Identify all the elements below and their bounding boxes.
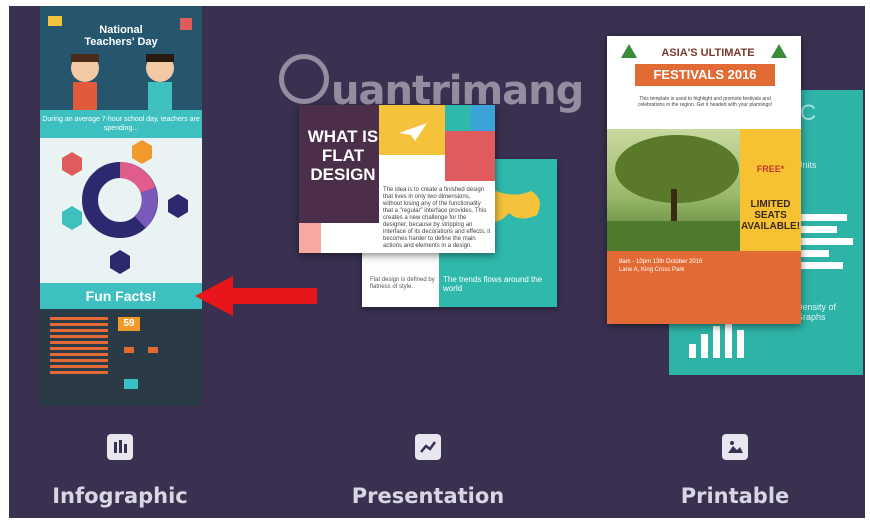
column-mark xyxy=(689,344,696,358)
column-mark xyxy=(725,322,732,358)
infographic-band: During an average 7-hour school day, tea… xyxy=(40,110,202,138)
red-arrow-shaft xyxy=(231,288,317,304)
bar-mark xyxy=(799,214,847,221)
limited-seats-label: LIMITED SEATS AVAILABLE! xyxy=(740,199,801,232)
infographic-label[interactable]: Infographic xyxy=(20,484,220,508)
image-icon[interactable] xyxy=(722,434,748,460)
bar-mark xyxy=(799,226,837,233)
tree-photo-graphic xyxy=(607,135,740,251)
bar-mark xyxy=(799,238,853,245)
trend-chart-glyph xyxy=(420,441,437,453)
trend-caption: The trends flows around the world xyxy=(443,275,543,293)
watermark-text: uantrimang xyxy=(331,68,584,114)
bar-mark xyxy=(799,262,843,269)
festival-date: 8am - 10pm 13th October 2016 Lane A, Kin… xyxy=(619,259,703,273)
image-glyph xyxy=(728,441,743,453)
infographic-header: National Teachers' Day xyxy=(40,6,202,110)
festival-title: ASIA'S ULTIMATE xyxy=(661,47,755,59)
trend-chart-icon[interactable] xyxy=(415,434,441,460)
column-mark xyxy=(713,326,720,358)
red-tile xyxy=(445,131,495,181)
printable-back-density: Density of Graphs xyxy=(796,302,837,322)
column-mark xyxy=(701,334,708,358)
flat-design-definition: Flat design is defined by flatness of st… xyxy=(370,277,435,290)
festival-offer-panel xyxy=(740,129,801,251)
bar-chart-glyph xyxy=(114,440,127,453)
bar-mark xyxy=(799,250,829,257)
fun-facts-heading: Fun Facts! xyxy=(40,283,202,309)
watermark-logo-icon xyxy=(279,54,329,104)
bar-chart-icon[interactable] xyxy=(107,434,133,460)
fact-number-badge: 59 xyxy=(118,317,140,331)
teachers-illustration xyxy=(48,16,192,110)
printable-label[interactable]: Printable xyxy=(635,484,835,508)
flat-design-body: The idea is to create a finished design … xyxy=(383,187,491,249)
presentation-label[interactable]: Presentation xyxy=(328,484,528,508)
presentation-front-slide[interactable]: WHAT IS FLAT DESIGN The idea is to creat… xyxy=(299,105,495,253)
festival-subtitle: This template is used to highlight and p… xyxy=(637,96,773,108)
template-type-panel: National Teachers' Day During an average… xyxy=(9,6,865,518)
printable-front-sheet[interactable]: ASIA'S ULTIMATE FESTIVALS 2016 This temp… xyxy=(607,36,801,324)
festival-photo xyxy=(607,129,740,251)
red-arrow-icon xyxy=(195,276,233,316)
free-label: FREE* xyxy=(756,164,785,174)
festival-ribbon: FESTIVALS 2016 xyxy=(635,64,775,86)
donut-chart-graphic xyxy=(62,140,188,274)
flat-design-heading: WHAT IS FLAT DESIGN xyxy=(307,127,379,184)
pink-tile xyxy=(299,223,321,253)
infographic-donut-section xyxy=(40,138,202,283)
infographic-thumbnail[interactable]: National Teachers' Day During an average… xyxy=(40,6,202,406)
column-mark xyxy=(737,330,744,358)
